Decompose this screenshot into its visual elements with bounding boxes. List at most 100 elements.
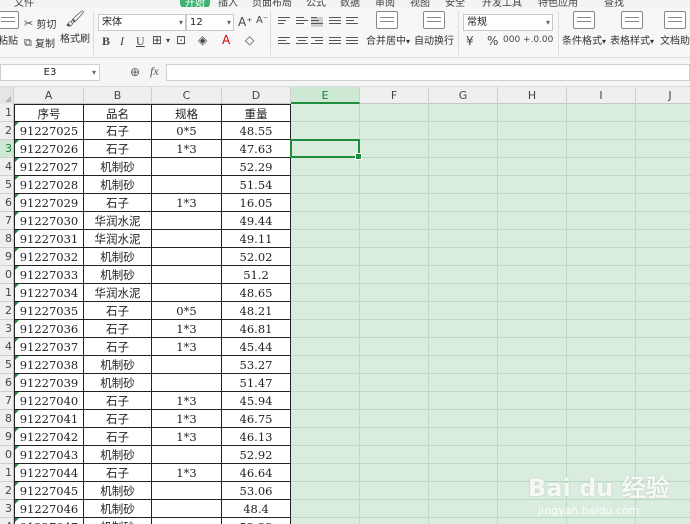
column-header[interactable]: B [84,87,152,104]
empty-cell[interactable] [360,392,429,410]
empty-cell[interactable] [360,194,429,212]
table-cell[interactable]: 91227045 [14,482,84,500]
table-cell[interactable]: 机制砂 [84,176,152,194]
column-header[interactable]: I [567,87,636,104]
table-cell[interactable]: 0*5 [152,122,222,140]
table-cell[interactable]: 52.02 [222,248,291,266]
empty-cell[interactable] [429,428,498,446]
table-cell[interactable]: 48.55 [222,122,291,140]
empty-cell[interactable] [498,392,567,410]
empty-cell[interactable] [567,482,636,500]
justify-icon[interactable] [329,37,341,47]
table-cell[interactable]: 52.92 [222,446,291,464]
row-header[interactable]: 4 [0,338,14,356]
empty-cell[interactable] [360,104,429,122]
table-cell[interactable] [152,230,222,248]
empty-cell[interactable] [429,212,498,230]
empty-cell[interactable] [498,212,567,230]
table-cell[interactable] [152,176,222,194]
table-cell[interactable]: 51.47 [222,374,291,392]
table-cell[interactable]: 石子 [84,320,152,338]
empty-cell[interactable] [291,446,360,464]
font-name-select[interactable]: 宋体 ▾ [98,14,186,31]
table-cell[interactable]: 华润水泥 [84,230,152,248]
empty-cell[interactable] [636,320,690,338]
align-top-icon[interactable] [278,17,290,27]
empty-cell[interactable] [429,482,498,500]
table-cell[interactable]: 91227043 [14,446,84,464]
empty-cell[interactable] [291,410,360,428]
empty-cell[interactable] [636,374,690,392]
table-cell[interactable]: 1*3 [152,338,222,356]
bold-button[interactable]: B [102,34,110,49]
table-cell[interactable]: 48.21 [222,302,291,320]
row-header[interactable]: 4 [0,518,14,524]
empty-cell[interactable] [567,464,636,482]
wrap-text-button[interactable]: 自动换行 [414,11,454,47]
empty-cell[interactable] [498,176,567,194]
empty-cell[interactable] [429,410,498,428]
row-header[interactable]: 9 [0,248,14,266]
indent-icon[interactable] [346,17,358,27]
table-cell[interactable]: 石子 [84,464,152,482]
table-cell[interactable]: 91227046 [14,500,84,518]
empty-cell[interactable] [291,428,360,446]
empty-cell[interactable] [636,338,690,356]
table-cell[interactable]: 51.54 [222,176,291,194]
table-cell[interactable]: 53.27 [222,356,291,374]
column-header[interactable]: C [152,87,222,104]
empty-cell[interactable] [291,500,360,518]
empty-cell[interactable] [567,374,636,392]
empty-cell[interactable] [291,158,360,176]
cut-button[interactable]: ✂ 剪切 [24,16,56,31]
table-cell[interactable]: 48.4 [222,500,291,518]
table-cell[interactable]: 91227040 [14,392,84,410]
table-cell[interactable]: 52.29 [222,158,291,176]
table-cell[interactable] [152,158,222,176]
header-cell[interactable]: 品名 [84,104,152,122]
table-cell[interactable]: 91227034 [14,284,84,302]
table-cell[interactable]: 46.81 [222,320,291,338]
empty-cell[interactable] [567,248,636,266]
table-cell[interactable]: 石子 [84,428,152,446]
empty-cell[interactable] [360,356,429,374]
empty-cell[interactable] [567,302,636,320]
empty-cell[interactable] [429,230,498,248]
menu-item[interactable]: 特色应用 [538,0,578,7]
doc-helper-button[interactable]: 文档助手 [660,11,690,47]
table-cell[interactable]: 45.94 [222,392,291,410]
table-cell[interactable]: 91227026 [14,140,84,158]
empty-cell[interactable] [567,518,636,524]
empty-cell[interactable] [291,356,360,374]
distributed-icon[interactable] [346,37,358,47]
menu-item[interactable]: 开发工具 [482,0,522,7]
table-cell[interactable]: 91227031 [14,230,84,248]
shrink-font-button[interactable]: A⁻ [256,15,268,26]
empty-cell[interactable] [429,500,498,518]
align-right-icon[interactable] [311,37,323,47]
column-header[interactable]: F [360,87,429,104]
empty-cell[interactable] [636,158,690,176]
table-cell[interactable]: 石子 [84,140,152,158]
format-painter-button[interactable]: 🖌 格式刷 [60,11,90,46]
empty-cell[interactable] [567,428,636,446]
empty-cell[interactable] [567,140,636,158]
row-header[interactable]: 1 [0,284,14,302]
table-cell[interactable]: 91227027 [14,158,84,176]
cell-style-icon[interactable]: ⊡ [176,33,186,47]
copy-button[interactable]: ⧉ 复制 [24,35,55,50]
table-cell[interactable]: 46.13 [222,428,291,446]
empty-cell[interactable] [291,392,360,410]
empty-cell[interactable] [636,248,690,266]
empty-cell[interactable] [429,446,498,464]
empty-cell[interactable] [291,482,360,500]
column-header[interactable]: G [429,87,498,104]
align-center-icon[interactable] [296,37,308,47]
menu-item[interactable]: 审阅 [375,0,395,7]
empty-cell[interactable] [291,302,360,320]
table-cell[interactable]: 46.64 [222,464,291,482]
table-cell[interactable]: 1*3 [152,410,222,428]
table-cell[interactable] [152,212,222,230]
align-middle-icon[interactable] [296,17,308,27]
table-cell[interactable]: 机制砂 [84,248,152,266]
